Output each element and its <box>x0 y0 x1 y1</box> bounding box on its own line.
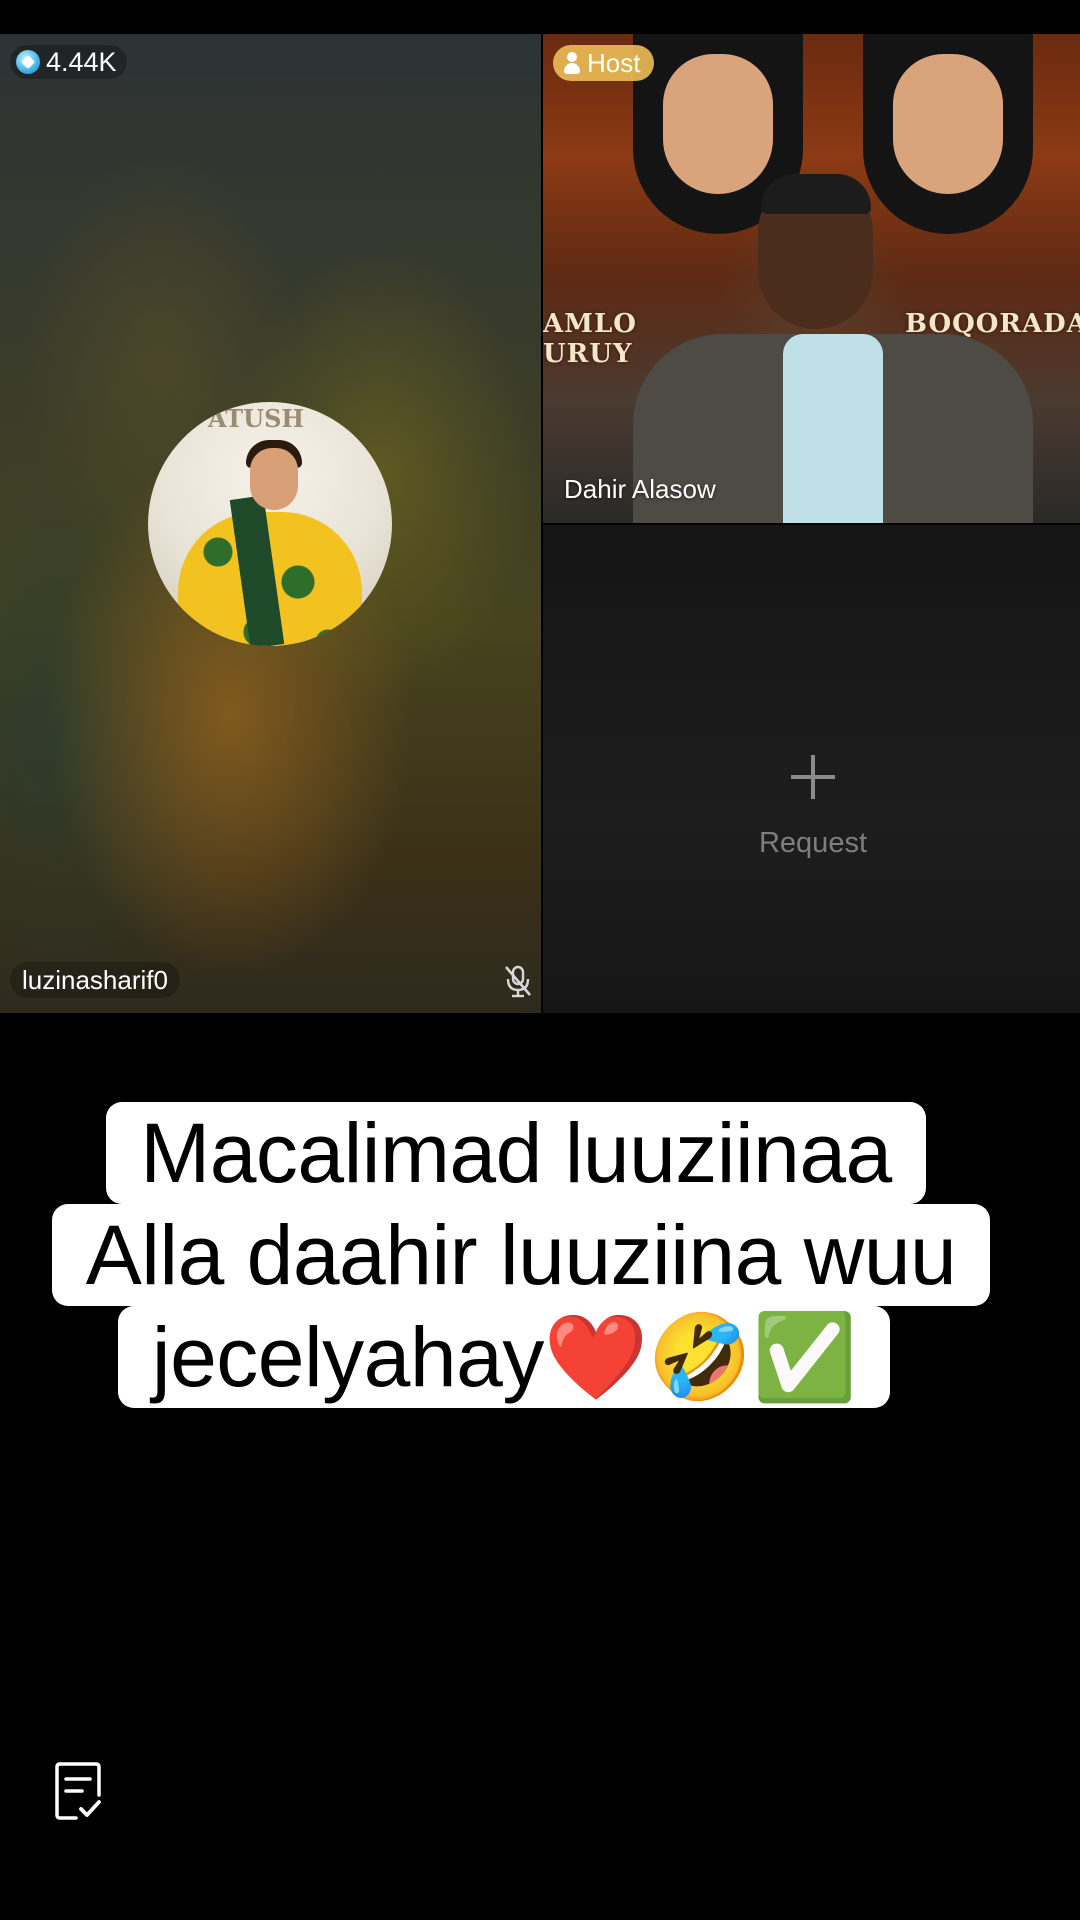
viewer-count: 4.44K <box>46 46 117 77</box>
request-tile: Request <box>543 525 1080 1013</box>
host-badge: Host <box>553 45 655 81</box>
mic-muted-icon <box>505 965 531 998</box>
host-badge-label: Host <box>587 47 641 78</box>
checklist-icon[interactable] <box>54 1761 102 1821</box>
caption-line-2: Alla daahir luuziina wuu <box>51 1204 991 1306</box>
live-screen: 4.44K ATUSH luzinasharif0 AMLO URUY BOQO… <box>0 0 1080 1920</box>
request-label: Request <box>758 827 867 859</box>
video-caption: Macalimad luuziinaa Alla daahir luuziina… <box>0 1102 1080 1408</box>
caption-line-3: jecelyahay❤️🤣✅ <box>117 1306 891 1408</box>
gem-icon <box>16 50 40 74</box>
guest-username[interactable]: luzinasharif0 <box>10 962 180 998</box>
guest-avatar[interactable]: ATUSH <box>148 402 392 646</box>
caption-line-1: Macalimad luuziinaa <box>106 1102 926 1204</box>
request-button[interactable]: Request <box>733 755 893 875</box>
multi-guest-grid: 4.44K ATUSH luzinasharif0 AMLO URUY BOQO… <box>0 34 1080 1013</box>
host-name[interactable]: Dahir Alasow <box>564 474 716 505</box>
guest-tile[interactable]: 4.44K ATUSH luzinasharif0 <box>0 34 541 1013</box>
avatar-sign-text: ATUSH <box>208 404 305 433</box>
plus-icon <box>791 755 835 799</box>
host-banner-left: AMLO URUY <box>543 309 637 369</box>
host-icon <box>563 52 581 74</box>
viewer-count-badge[interactable]: 4.44K <box>10 45 127 79</box>
host-tile[interactable]: AMLO URUY BOQORADA ELKA Host Dahir Alaso… <box>543 34 1080 523</box>
